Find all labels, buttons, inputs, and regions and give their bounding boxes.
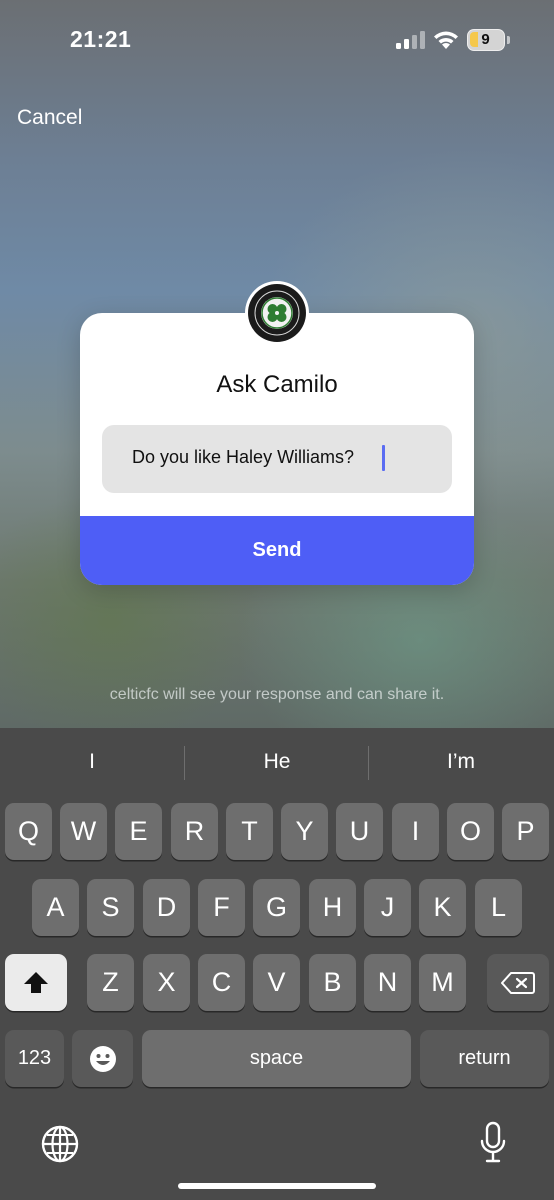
microphone-icon[interactable] bbox=[479, 1121, 507, 1165]
key-v[interactable]: V bbox=[253, 954, 300, 1011]
shift-icon bbox=[24, 971, 48, 993]
avatar bbox=[245, 281, 309, 345]
delete-key[interactable] bbox=[487, 954, 549, 1011]
key-q[interactable]: Q bbox=[5, 803, 52, 860]
key-h[interactable]: H bbox=[309, 879, 356, 936]
text-caret bbox=[382, 445, 385, 471]
suggestion-1[interactable]: I bbox=[0, 750, 184, 774]
status-bar: 21:21 9 bbox=[0, 0, 554, 86]
home-indicator[interactable] bbox=[178, 1183, 376, 1189]
key-m[interactable]: M bbox=[419, 954, 466, 1011]
suggestion-bar: I He I’m bbox=[0, 728, 554, 798]
status-time: 21:21 bbox=[70, 26, 132, 52]
key-i[interactable]: I bbox=[392, 803, 439, 860]
key-z[interactable]: Z bbox=[87, 954, 134, 1011]
question-text: Do you like Haley Williams? bbox=[132, 447, 355, 467]
key-u[interactable]: U bbox=[336, 803, 383, 860]
key-t[interactable]: T bbox=[226, 803, 273, 860]
key-f[interactable]: F bbox=[198, 879, 245, 936]
space-key[interactable]: space bbox=[142, 1030, 411, 1087]
cellular-signal-icon bbox=[396, 31, 425, 49]
key-a[interactable]: A bbox=[32, 879, 79, 936]
question-input[interactable]: Do you like Haley Williams? bbox=[102, 425, 452, 493]
cancel-button[interactable]: Cancel bbox=[17, 106, 82, 130]
suggestion-2[interactable]: He bbox=[185, 750, 369, 774]
key-j[interactable]: J bbox=[364, 879, 411, 936]
battery-percent: 9 bbox=[481, 31, 490, 48]
key-r[interactable]: R bbox=[171, 803, 218, 860]
emoji-key[interactable] bbox=[72, 1030, 133, 1087]
ask-question-card: Ask Camilo Do you like Haley Williams? S… bbox=[80, 313, 474, 585]
send-button[interactable]: Send bbox=[80, 516, 474, 585]
key-o[interactable]: O bbox=[447, 803, 494, 860]
key-w[interactable]: W bbox=[60, 803, 107, 860]
emoji-icon bbox=[89, 1045, 116, 1072]
card-title: Ask Camilo bbox=[216, 371, 338, 398]
wifi-icon bbox=[434, 31, 458, 49]
delete-icon bbox=[501, 971, 535, 994]
celtic-fc-crest-icon bbox=[248, 284, 306, 342]
key-p[interactable]: P bbox=[502, 803, 549, 860]
key-k[interactable]: K bbox=[419, 879, 466, 936]
shift-key[interactable] bbox=[5, 954, 67, 1011]
numbers-key[interactable]: 123 bbox=[5, 1030, 64, 1087]
key-b[interactable]: B bbox=[309, 954, 356, 1011]
key-n[interactable]: N bbox=[364, 954, 411, 1011]
globe-icon[interactable] bbox=[40, 1124, 80, 1164]
key-s[interactable]: S bbox=[87, 879, 134, 936]
key-x[interactable]: X bbox=[143, 954, 190, 1011]
key-l[interactable]: L bbox=[475, 879, 522, 936]
key-e[interactable]: E bbox=[115, 803, 162, 860]
key-g[interactable]: G bbox=[253, 879, 300, 936]
suggestion-3[interactable]: I’m bbox=[369, 750, 553, 774]
share-notice: celticfc will see your response and can … bbox=[109, 686, 445, 703]
key-d[interactable]: D bbox=[143, 879, 190, 936]
battery-cap bbox=[507, 36, 510, 44]
battery-icon: 9 bbox=[467, 29, 505, 51]
key-y[interactable]: Y bbox=[281, 803, 328, 860]
key-c[interactable]: C bbox=[198, 954, 245, 1011]
keyboard: I He I’m Q W E R T Y U I O P A S D F G H… bbox=[0, 728, 554, 1200]
return-key[interactable]: return bbox=[420, 1030, 549, 1087]
